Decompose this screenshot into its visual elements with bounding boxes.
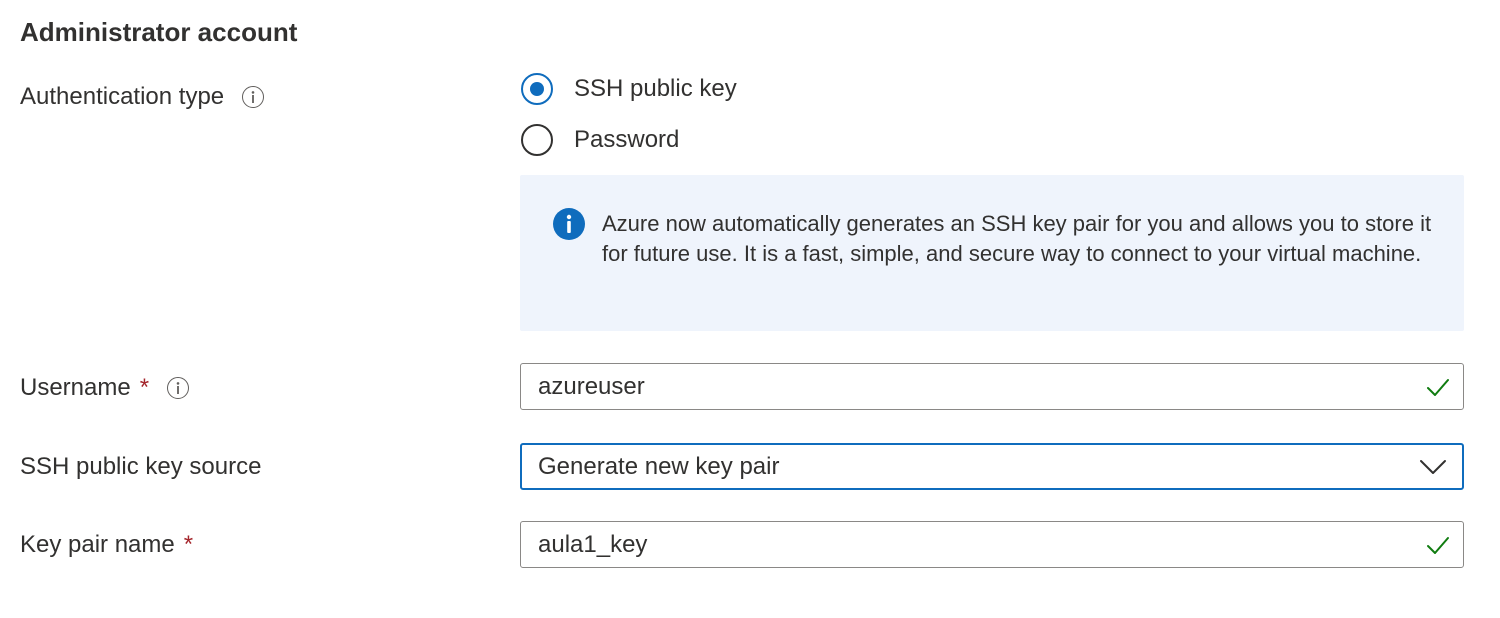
key-pair-name-label: Key pair name: [20, 531, 175, 558]
checkmark-icon: [1427, 536, 1449, 554]
radio-ssh-public-key[interactable]: SSH public key: [521, 73, 737, 105]
radio-label-ssh-public-key[interactable]: SSH public key: [574, 73, 737, 105]
required-indicator: *: [183, 531, 194, 558]
username-label-row: Username *: [20, 372, 190, 404]
ssh-key-source-dropdown[interactable]: Generate new key pair: [520, 443, 1464, 490]
key-pair-name-label-row: Key pair name *: [20, 529, 193, 561]
administrator-account-section: Administrator account Authentication typ…: [0, 0, 1500, 618]
username-label: Username: [20, 374, 131, 401]
key-pair-name-input[interactable]: [521, 521, 1425, 568]
ssh-key-source-selected-value[interactable]: Generate new key pair: [522, 453, 1419, 481]
radio-label-password[interactable]: Password: [574, 124, 679, 156]
info-banner-text: Azure now automatically generates an SSH…: [602, 211, 1432, 266]
ssh-key-source-label: SSH public key source: [20, 453, 262, 480]
section-title: Administrator account: [20, 17, 298, 47]
ssh-key-source-label-row: SSH public key source: [20, 451, 261, 483]
username-input[interactable]: [521, 363, 1425, 410]
authentication-type-label: Authentication type: [20, 83, 225, 110]
checkmark-icon: [1427, 378, 1449, 396]
radio-password[interactable]: Password: [521, 124, 679, 156]
authentication-type-label-row: Authentication type: [20, 81, 265, 113]
info-filled-icon: [553, 208, 585, 240]
radio-button-unchecked-icon[interactable]: [521, 124, 553, 156]
required-indicator: *: [139, 374, 150, 401]
radio-button-checked-icon[interactable]: [521, 73, 553, 105]
chevron-down-icon[interactable]: [1419, 453, 1447, 481]
info-icon[interactable]: [167, 377, 190, 399]
key-pair-name-input-container[interactable]: [520, 521, 1464, 568]
username-input-container[interactable]: [520, 363, 1464, 410]
info-banner: Azure now automatically generates an SSH…: [520, 175, 1464, 331]
info-icon[interactable]: [242, 86, 265, 108]
